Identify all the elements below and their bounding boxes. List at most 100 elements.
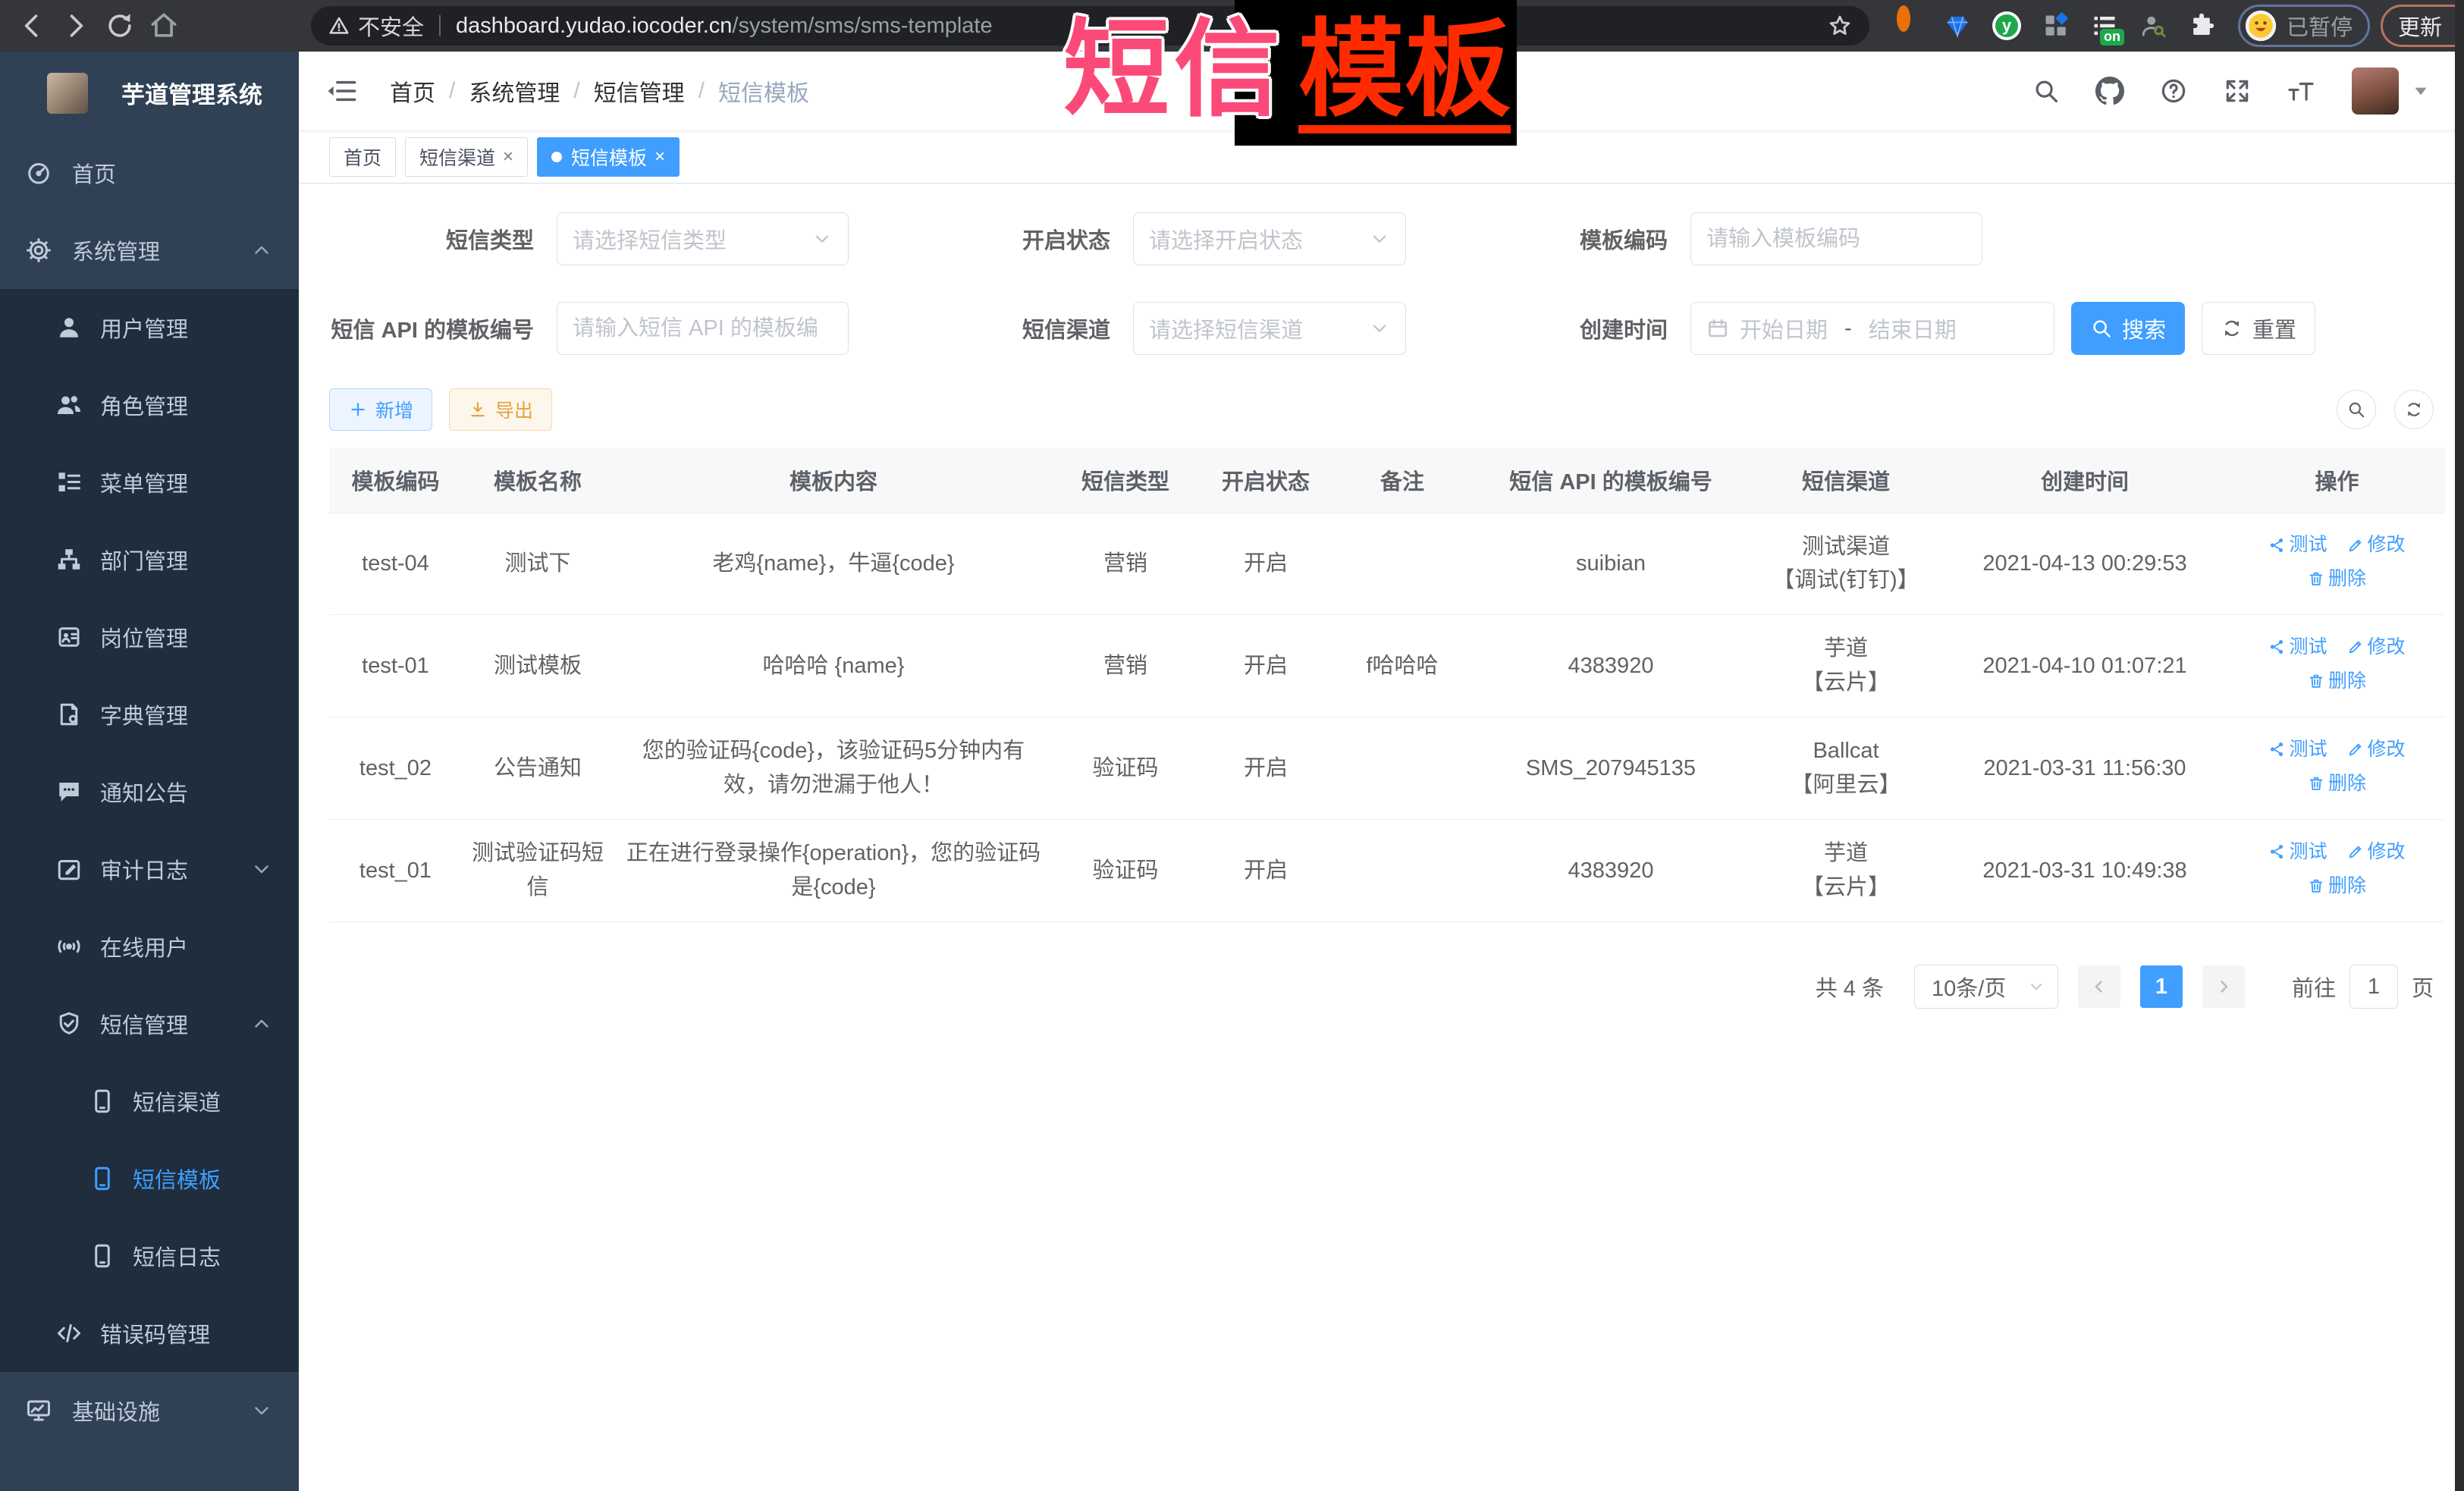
sidebar-item-sms-log[interactable]: 短信日志 (0, 1217, 299, 1295)
channel-select[interactable]: 请选择短信渠道 (1133, 302, 1406, 355)
search-icon (2090, 317, 2113, 340)
delete-link[interactable]: 删除 (2308, 871, 2366, 901)
users-icon (55, 391, 83, 419)
edit-link[interactable]: 修改 (2347, 837, 2406, 867)
sidebar-item-home[interactable]: 首页 (0, 134, 299, 212)
status-label: 开启状态 (883, 223, 1110, 255)
close-icon[interactable]: × (654, 148, 665, 166)
bookmark-star-icon[interactable] (1827, 13, 1853, 39)
share-icon (2268, 741, 2285, 758)
extension-grid-icon[interactable] (2042, 12, 2070, 39)
export-button[interactable]: 导出 (449, 388, 552, 431)
chevron-down-icon (250, 1399, 273, 1422)
status-select[interactable]: 请选择开启状态 (1133, 212, 1406, 265)
breadcrumb-separator: / (573, 78, 579, 104)
tab-sms-template[interactable]: 短信模板× (537, 137, 680, 177)
delete-link[interactable]: 删除 (2308, 667, 2366, 696)
browser-forward-icon[interactable] (59, 9, 93, 42)
refresh-icon (2404, 400, 2424, 419)
delete-link[interactable]: 删除 (2308, 769, 2366, 799)
sidebar-item-posts[interactable]: 岗位管理 (0, 598, 299, 676)
page-1-button[interactable]: 1 (2140, 965, 2183, 1008)
tab-home[interactable]: 首页 (329, 137, 396, 177)
search-button[interactable]: 搜索 (2071, 302, 2185, 355)
breadcrumb-home[interactable]: 首页 (390, 74, 435, 108)
table-toolbar: 新增 导出 (329, 388, 2434, 431)
tab-sms-channel[interactable]: 短信渠道× (405, 137, 528, 177)
extension-y-icon[interactable]: y (1992, 11, 2021, 40)
show-search-button[interactable] (2337, 390, 2376, 429)
api-template-id-input[interactable] (573, 316, 833, 341)
filter-row-2: 短信 API 的模板编号 短信渠道 请选择短信渠道 创建时间 开始日期 - 结束… (329, 302, 2434, 355)
app-logo[interactable]: 芋道管理系统 (0, 52, 299, 134)
page-unit-label: 页 (2412, 971, 2434, 1003)
browser-profile-button[interactable]: 已暂停 (2238, 5, 2370, 47)
edit-link[interactable]: 修改 (2347, 632, 2406, 662)
extension-list-icon[interactable]: on (2091, 12, 2118, 39)
id-badge-icon (55, 623, 83, 651)
delete-link[interactable]: 删除 (2308, 564, 2366, 594)
extension-donut-icon[interactable] (1895, 12, 1923, 39)
extension-person-search-icon[interactable] (2139, 12, 2167, 39)
broadcast-icon (55, 933, 83, 960)
add-button[interactable]: 新增 (329, 388, 432, 431)
browser-reload-icon[interactable] (103, 9, 137, 42)
reset-button[interactable]: 重置 (2202, 302, 2315, 355)
col-template-content: 模板内容 (614, 447, 1053, 513)
browser-back-icon[interactable] (15, 9, 49, 42)
sidebar-item-infrastructure[interactable]: 基础设施 (0, 1372, 299, 1449)
test-link[interactable]: 测试 (2268, 530, 2327, 560)
edit-link[interactable]: 修改 (2347, 530, 2406, 560)
template-code-input[interactable] (1706, 227, 1966, 252)
page-size-select[interactable]: 10条/页 (1914, 965, 2058, 1009)
test-link[interactable]: 测试 (2268, 837, 2327, 867)
sidebar-item-notice[interactable]: 通知公告 (0, 753, 299, 830)
close-icon[interactable]: × (503, 148, 513, 166)
extension-gem-icon[interactable] (1944, 12, 1971, 39)
breadcrumb-current: 短信模板 (718, 74, 809, 108)
sms-type-select[interactable]: 请选择短信类型 (557, 212, 849, 265)
date-range-picker[interactable]: 开始日期 - 结束日期 (1690, 302, 2054, 355)
sidebar-item-sms-template[interactable]: 短信模板 (0, 1140, 299, 1217)
github-icon[interactable] (2095, 77, 2124, 105)
dashboard-icon (25, 159, 52, 187)
fullscreen-icon[interactable] (2223, 77, 2252, 105)
edit-link[interactable]: 修改 (2347, 735, 2406, 764)
avatar-caret-icon[interactable] (2411, 81, 2431, 101)
help-icon[interactable] (2159, 77, 2188, 105)
sidebar-item-system[interactable]: 系统管理 (0, 212, 299, 289)
sidebar-item-sms-channel[interactable]: 短信渠道 (0, 1063, 299, 1140)
font-size-icon[interactable] (2287, 77, 2315, 105)
browser-home-icon[interactable] (147, 9, 180, 42)
trash-icon (2308, 775, 2324, 792)
col-channel: 短信渠道 (1751, 447, 1941, 513)
user-avatar[interactable] (2352, 67, 2399, 115)
sidebar-item-error-code[interactable]: 错误码管理 (0, 1295, 299, 1372)
arrow-left-icon (2090, 978, 2108, 996)
phone-icon (89, 1242, 116, 1270)
sidebar-item-menus[interactable]: 菜单管理 (0, 444, 299, 521)
breadcrumb-system[interactable]: 系统管理 (469, 74, 560, 108)
sidebar-collapse-icon[interactable] (326, 75, 358, 107)
breadcrumb-sms[interactable]: 短信管理 (594, 74, 685, 108)
next-page-button[interactable] (2202, 965, 2245, 1008)
sidebar-item-audit-log[interactable]: 审计日志 (0, 830, 299, 908)
sidebar-item-users[interactable]: 用户管理 (0, 289, 299, 366)
header-search-icon[interactable] (2032, 77, 2061, 105)
sidebar-item-roles[interactable]: 角色管理 (0, 366, 299, 444)
sidebar-item-dict[interactable]: 字典管理 (0, 676, 299, 753)
test-link[interactable]: 测试 (2268, 735, 2327, 764)
start-date-placeholder: 开始日期 (1740, 312, 1828, 344)
sidebar-item-online-users[interactable]: 在线用户 (0, 908, 299, 985)
test-link[interactable]: 测试 (2268, 632, 2327, 662)
col-api-template-id: 短信 API 的模板编号 (1471, 447, 1751, 513)
sidebar-item-sms[interactable]: 短信管理 (0, 985, 299, 1063)
table-row: test-01 测试模板 哈哈哈 {name} 营销 开启 f哈哈哈 43839… (329, 615, 2445, 717)
sidebar-item-departments[interactable]: 部门管理 (0, 521, 299, 598)
extensions-puzzle-icon[interactable] (2188, 12, 2215, 39)
refresh-table-button[interactable] (2394, 390, 2434, 429)
goto-page-input[interactable] (2349, 965, 2398, 1009)
browser-menu-update-button[interactable]: 更新 (2381, 5, 2464, 47)
sms-type-label: 短信类型 (329, 223, 534, 255)
prev-page-button[interactable] (2078, 965, 2120, 1008)
